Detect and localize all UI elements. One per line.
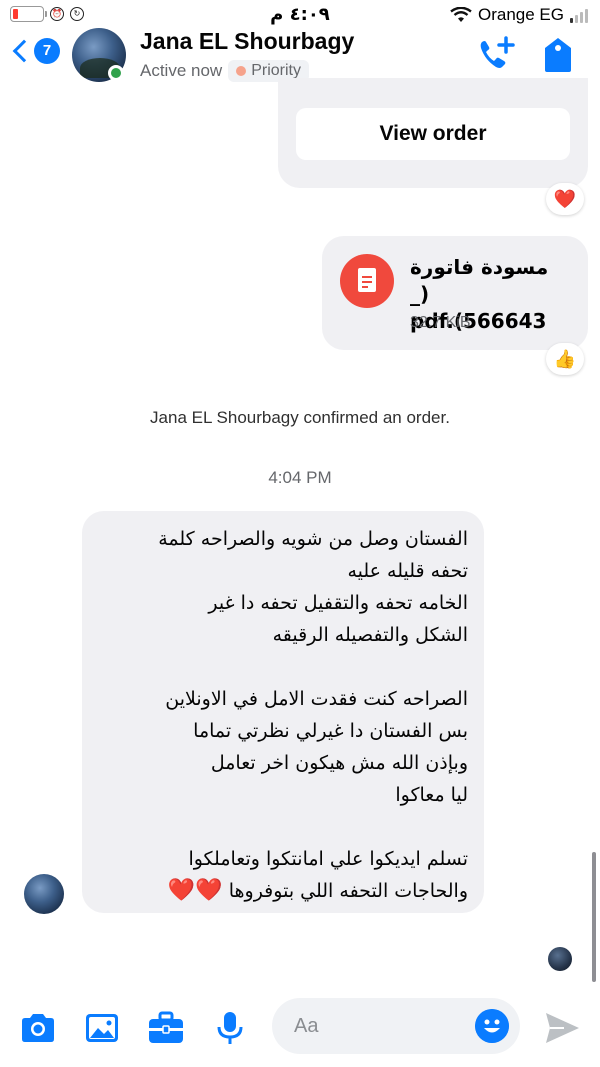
file-size: 32.7 KiB [410,314,471,331]
wifi-icon [450,7,472,22]
order-tag-icon[interactable] [542,36,574,74]
scrollbar[interactable] [592,852,596,982]
message-line-last: والحاجات التحفه اللي بتوفروها ❤️❤️ [82,875,468,907]
message-composer [0,990,600,1067]
message-line: ليا معاكوا [395,784,468,806]
file-attachment-bubble[interactable]: مسودة فاتورة (_ pdf.(566643 32.7 KiB [322,236,588,350]
contact-name[interactable]: Jana EL Shourbagy [140,28,354,55]
sender-avatar[interactable] [24,874,64,914]
active-status: Active now [140,61,223,80]
send-icon[interactable] [542,1008,582,1048]
message-line: تسلم ايديكوا علي امانتكوا وتعاملكوا [188,848,468,870]
priority-dot-icon [236,66,247,76]
online-indicator [108,65,124,81]
view-order-button[interactable]: View order [296,108,570,160]
microphone-icon[interactable] [210,1008,250,1048]
file-name-line-1: مسودة فاتورة (_ [410,255,549,306]
pdf-file-icon [340,254,394,308]
thumbs-up-reaction[interactable]: 👍 [546,343,584,375]
message-line: الشكل والتفصيله الرقيقه [272,624,468,646]
gallery-icon[interactable] [82,1008,122,1048]
chevron-left-icon [12,39,36,63]
message-line: الفستان وصل من شويه والصراحه كلمة [158,528,468,550]
message-timestamp: 4:04 PM [268,468,332,487]
add-call-icon[interactable] [476,36,516,74]
heart-reaction[interactable]: ❤️ [546,183,584,215]
message-line: بس الفستان دا غيرلي نظرتي تماما [193,720,468,742]
message-input-wrapper [272,998,520,1054]
seen-indicator-avatar [548,947,572,971]
hearts-emoji: ❤️❤️ [167,878,223,903]
message-line: الصراحه كنت فقدت الامل في الاونلاين [165,688,468,710]
system-message: Jana EL Shourbagy confirmed an order. [150,408,450,427]
briefcase-icon[interactable] [146,1008,186,1048]
emoji-icon[interactable] [475,1009,509,1043]
signal-icon [570,7,588,23]
received-message-text: الفستان وصل من شويه والصراحه كلمة تحفه ق… [82,523,468,907]
message-line: تحفه قليله عليه [347,560,468,582]
status-right: Orange EG [450,5,588,25]
camera-icon[interactable] [18,1008,58,1048]
back-button[interactable]: 7 [10,38,60,64]
carrier-name: Orange EG [478,5,564,24]
unread-count-badge: 7 [34,38,60,64]
message-input[interactable] [294,1010,464,1042]
message-line: وبإذن الله مش هيكون اخر تعامل [210,752,468,774]
status-bar: ⏰ ↻ ٤:٠٩ م Orange EG [0,0,600,30]
message-line: والحاجات التحفه اللي بتوفروها [228,880,468,902]
message-line: الخامه تحفه والتقفيل تحفه دا غير [208,592,468,614]
received-message-bubble[interactable]: الفستان وصل من شويه والصراحه كلمة تحفه ق… [82,511,484,913]
